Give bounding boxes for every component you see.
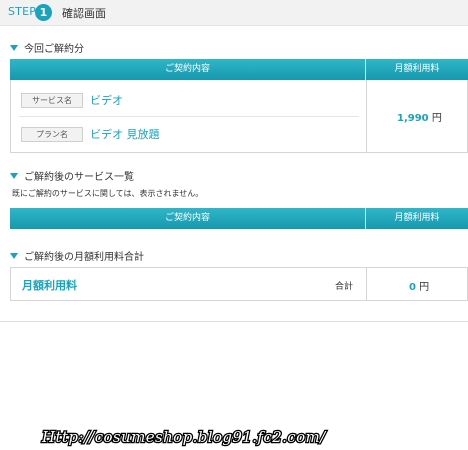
service-name-tag: サービス名 bbox=[21, 93, 83, 108]
section-heading-text: ご解約後の月額利用料合計 bbox=[24, 252, 144, 263]
confirmation-panel: 今回ご解約分 ご契約内容 月額利用料 サービス名 ビデオ プラン名 ビデオ 見放… bbox=[0, 26, 468, 322]
plan-name-tag: プラン名 bbox=[21, 127, 83, 142]
section-heading-total: ご解約後の月額利用料合計 bbox=[10, 248, 144, 263]
header-monthly-fee: 月額利用料 bbox=[394, 64, 440, 74]
header-monthly-fee: 月額利用料 bbox=[394, 213, 440, 223]
column-divider bbox=[366, 268, 367, 301]
section-heading-text: 今回ご解約分 bbox=[24, 44, 84, 55]
watermark: Http://cosumeshop.blog91.fc2.com/ bbox=[40, 427, 328, 447]
total-fee-label: 月額利用料 bbox=[22, 279, 77, 292]
contract-table-current: サービス名 ビデオ プラン名 ビデオ 見放題 1,990 円 bbox=[10, 80, 468, 153]
total-amount: 0 円 bbox=[409, 278, 429, 293]
page-title: 確認画面 bbox=[62, 7, 106, 20]
row-divider bbox=[19, 116, 359, 117]
price-amount: 1,990 bbox=[397, 113, 429, 124]
section-heading-text: ご解約後のサービス一覧 bbox=[24, 172, 134, 183]
step-number-badge: 1 bbox=[35, 4, 52, 21]
header-contract-details: ご契約内容 bbox=[164, 64, 210, 74]
service-name-value: ビデオ bbox=[90, 94, 123, 107]
table-header-current: ご契約内容 月額利用料 bbox=[10, 59, 468, 80]
section-note: 既にご解約のサービスに関しては、表示されません。 bbox=[12, 189, 204, 198]
step-label: STEP bbox=[8, 5, 37, 18]
total-table: 月額利用料 合計 0 円 bbox=[10, 267, 468, 301]
panel-bottom-border bbox=[0, 321, 468, 322]
total-sum-label: 合計 bbox=[335, 282, 354, 292]
triangle-down-icon bbox=[10, 45, 18, 51]
total-currency: 円 bbox=[419, 282, 430, 293]
table-header-after: ご契約内容 月額利用料 bbox=[10, 208, 468, 229]
total-amount-value: 0 bbox=[409, 282, 416, 293]
section-heading-current: 今回ご解約分 bbox=[10, 40, 84, 55]
price-currency: 円 bbox=[431, 113, 442, 124]
step-bar: STEP 1 確認画面 bbox=[0, 0, 468, 26]
triangle-down-icon bbox=[10, 173, 18, 179]
column-divider bbox=[366, 80, 367, 153]
plan-name-value: ビデオ 見放題 bbox=[90, 128, 160, 141]
triangle-down-icon bbox=[10, 253, 18, 259]
header-contract-details: ご契約内容 bbox=[164, 213, 210, 223]
watermark-text: Http://cosumeshop.blog91.fc2.com/ bbox=[41, 428, 327, 446]
monthly-price: 1,990 円 bbox=[397, 109, 442, 124]
section-heading-after: ご解約後のサービス一覧 bbox=[10, 168, 134, 183]
